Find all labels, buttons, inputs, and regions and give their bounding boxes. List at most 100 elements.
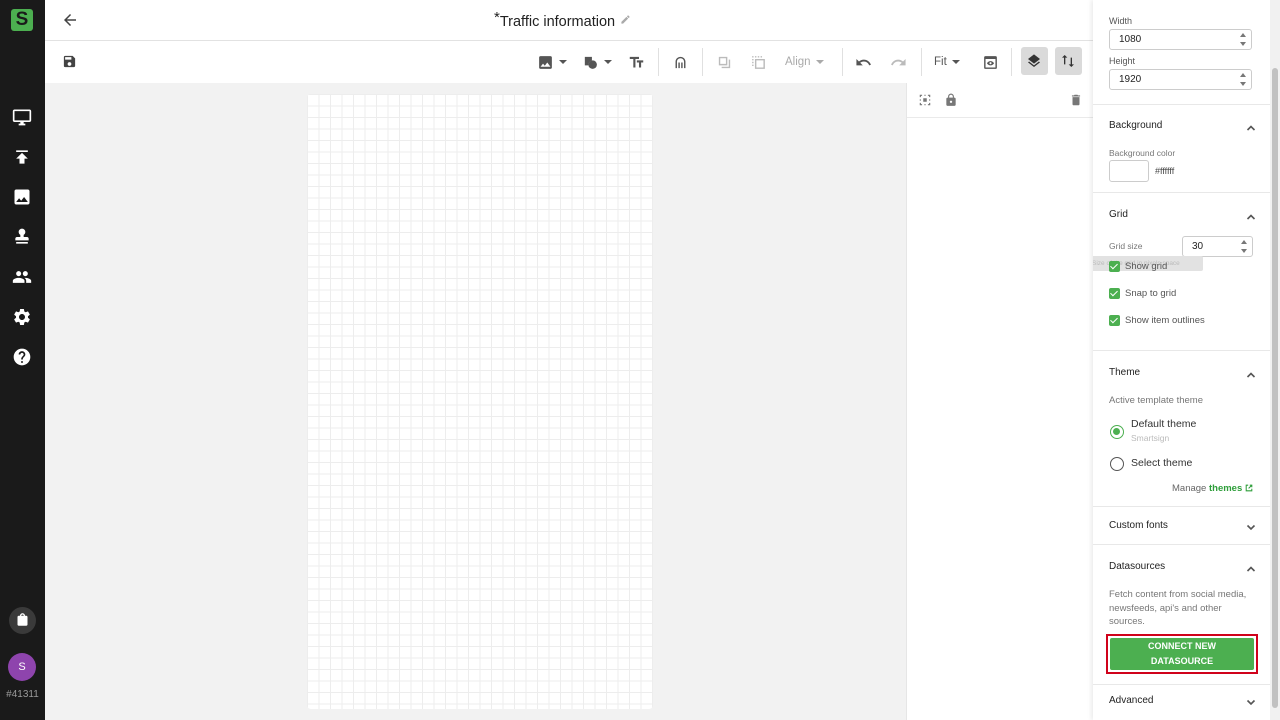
image-icon[interactable] <box>12 187 32 207</box>
select-theme-radio[interactable] <box>1110 457 1124 471</box>
shopping-bag-icon <box>17 613 28 626</box>
align-dropdown[interactable]: Align <box>785 52 824 72</box>
trash-icon[interactable] <box>1069 93 1083 107</box>
width-stepper[interactable] <box>1240 33 1246 46</box>
connect-datasource-button[interactable]: CONNECT NEW DATASOURCE <box>1110 638 1254 670</box>
manage-themes[interactable]: Manage themes <box>1172 483 1253 494</box>
section-divider <box>1093 544 1270 545</box>
user-id: #41311 <box>6 689 39 700</box>
gear-icon[interactable] <box>12 307 32 327</box>
scrollbar-thumb[interactable] <box>1272 68 1278 708</box>
show-outlines-label[interactable]: Show item outlines <box>1125 315 1205 326</box>
datasources-section-title[interactable]: Datasources <box>1109 561 1165 572</box>
snap-to-grid-checkbox[interactable] <box>1109 288 1120 299</box>
grid-size-value: 30 <box>1192 241 1204 252</box>
ungroup-icon <box>752 55 765 69</box>
undo-button[interactable] <box>855 52 872 72</box>
stamp-icon[interactable] <box>12 227 32 247</box>
help-icon[interactable] <box>12 347 32 367</box>
redo-button[interactable] <box>890 52 907 72</box>
save-button[interactable] <box>62 54 77 69</box>
select-all-icon[interactable] <box>918 93 932 107</box>
redo-icon <box>891 58 906 65</box>
ungroup-button[interactable] <box>750 52 767 72</box>
insert-widget-button[interactable] <box>672 52 689 72</box>
height-value: 1920 <box>1119 74 1142 85</box>
active-theme-label: Active template theme <box>1109 395 1203 406</box>
layers-toggle-button[interactable] <box>1021 47 1048 75</box>
chevron-down-icon <box>815 60 824 64</box>
chevron-down-icon[interactable] <box>1246 697 1256 707</box>
show-grid-label[interactable]: Show grid <box>1125 261 1167 272</box>
chevron-up-icon[interactable] <box>1246 564 1256 574</box>
sort-arrows-icon <box>1062 55 1074 67</box>
layers-toolbar <box>907 83 1093 118</box>
chevron-up-icon[interactable] <box>1246 212 1256 222</box>
select-theme-label[interactable]: Select theme <box>1131 457 1192 469</box>
connect-label-line1: CONNECT NEW <box>1148 641 1216 651</box>
manage-themes-link[interactable]: themes <box>1209 483 1242 494</box>
width-input[interactable]: 1080 <box>1109 29 1252 50</box>
people-icon[interactable] <box>12 267 32 287</box>
insert-image-button[interactable] <box>537 52 567 72</box>
section-divider <box>1093 104 1270 105</box>
grid-size-stepper[interactable] <box>1241 240 1247 253</box>
height-label: Height <box>1109 56 1136 66</box>
upload-icon[interactable] <box>12 147 32 167</box>
default-theme-label[interactable]: Default theme <box>1131 418 1196 430</box>
background-color-label: Background color <box>1109 148 1176 158</box>
external-link-icon <box>1245 484 1253 492</box>
section-divider <box>1093 684 1270 685</box>
layers-panel <box>906 83 1093 720</box>
grid-size-label: Grid size <box>1109 241 1143 251</box>
grid-section-title[interactable]: Grid <box>1109 209 1128 220</box>
page-title[interactable]: *Traffic information <box>494 9 631 30</box>
show-grid-checkbox[interactable] <box>1109 261 1120 272</box>
custom-fonts-section-title[interactable]: Custom fonts <box>1109 520 1168 531</box>
widget-icon <box>675 56 686 68</box>
back-button[interactable] <box>61 11 79 29</box>
grid-size-input[interactable]: 30 <box>1182 236 1253 257</box>
advanced-section-title[interactable]: Advanced <box>1109 695 1153 706</box>
manage-prefix: Manage <box>1172 483 1207 494</box>
artboard[interactable] <box>307 94 653 709</box>
top-bar: *Traffic information <box>45 0 1093 41</box>
group-icon <box>718 56 731 68</box>
image-icon <box>539 55 552 69</box>
editor-toolbar: Align Fit <box>45 41 1093 83</box>
save-icon <box>63 55 76 68</box>
background-color-swatch[interactable] <box>1109 160 1149 182</box>
canvas-area[interactable] <box>45 83 907 720</box>
default-theme-radio[interactable] <box>1110 425 1124 439</box>
pencil-icon[interactable] <box>620 14 631 25</box>
zoom-dropdown[interactable]: Fit <box>934 52 960 72</box>
group-button[interactable] <box>716 52 733 72</box>
background-section-title[interactable]: Background <box>1109 120 1162 131</box>
properties-toggle-button[interactable] <box>1055 47 1082 75</box>
insert-shape-button[interactable] <box>582 52 612 72</box>
chevron-down-icon[interactable] <box>1246 522 1256 532</box>
chevron-up-icon[interactable] <box>1246 123 1256 133</box>
snap-to-grid-label[interactable]: Snap to grid <box>1125 288 1176 299</box>
undo-icon <box>856 58 871 65</box>
height-input[interactable]: 1920 <box>1109 69 1252 90</box>
background-color-value: #ffffff <box>1155 166 1175 176</box>
height-stepper[interactable] <box>1240 73 1246 86</box>
properties-panel: Width 1080 Height 1920 Background Backgr… <box>1093 0 1280 720</box>
chevron-up-icon[interactable] <box>1246 370 1256 380</box>
properties-scrollbar[interactable] <box>1270 0 1280 720</box>
preview-button[interactable] <box>982 52 999 72</box>
theme-section-title[interactable]: Theme <box>1109 367 1140 378</box>
shapes-icon <box>584 56 597 69</box>
lock-icon[interactable] <box>944 93 958 107</box>
shop-bag-button[interactable] <box>9 607 36 634</box>
app-logo[interactable]: S <box>11 9 33 31</box>
toolbar-divider <box>842 48 843 76</box>
monitor-icon[interactable] <box>12 107 32 127</box>
width-label: Width <box>1109 16 1133 26</box>
preview-icon <box>984 55 997 69</box>
insert-text-button[interactable] <box>628 52 645 72</box>
avatar[interactable]: S <box>8 653 36 681</box>
show-outlines-checkbox[interactable] <box>1109 315 1120 326</box>
section-divider <box>1093 192 1270 193</box>
